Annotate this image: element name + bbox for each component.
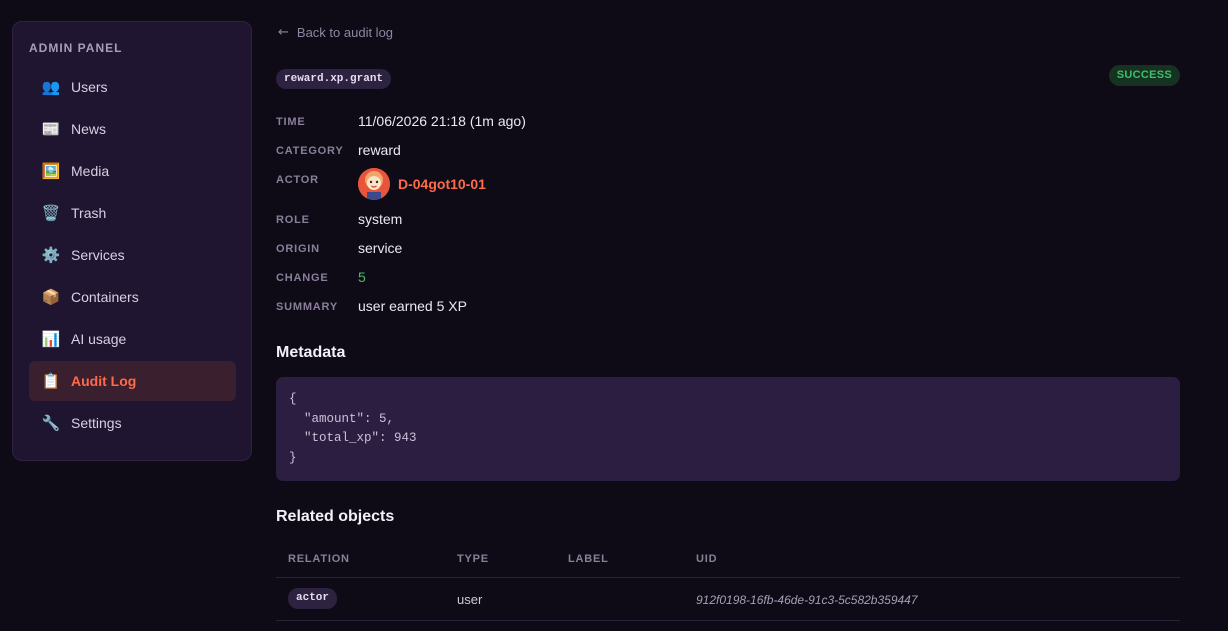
detail-row-origin: ORIGIN service (276, 237, 876, 266)
sidebar-item-settings[interactable]: 🔧 Settings (29, 403, 236, 443)
related-objects-table: RELATION TYPE LABEL UID actor user 912f0… (276, 540, 1180, 621)
detail-row-actor: ACTOR D-04got10-01 (276, 168, 876, 208)
detail-row-change: CHANGE 5 (276, 266, 876, 295)
sidebar-item-label: Media (71, 163, 110, 179)
sidebar-item-users[interactable]: 👥 Users (29, 67, 236, 107)
image-icon: 🖼️ (41, 162, 61, 180)
column-header: TYPE (457, 553, 489, 565)
event-details: TIME 11/06/2026 21:18 (1m ago) CATEGORY … (276, 110, 876, 324)
wrench-icon: 🔧 (41, 414, 61, 432)
sidebar-item-label: Services (71, 247, 125, 263)
sidebar-item-audit-log[interactable]: 📋 Audit Log (29, 361, 236, 401)
sidebar-item-label: AI usage (71, 331, 127, 347)
arrow-left-icon: ← (278, 25, 289, 40)
detail-row-category: CATEGORY reward (276, 139, 876, 168)
sidebar-item-label: Audit Log (71, 373, 137, 389)
actor-name: D-04got10-01 (398, 176, 486, 192)
metadata-json: { "amount": 5, "total_xp": 943 } (276, 377, 1180, 481)
column-header: RELATION (288, 553, 350, 565)
sidebar-item-ai-usage[interactable]: 📊 AI usage (29, 319, 236, 359)
actor-link[interactable]: D-04got10-01 (358, 168, 486, 200)
trash-icon: 🗑️ (41, 204, 61, 222)
sidebar-item-label: Containers (71, 289, 139, 305)
detail-value: service (358, 240, 403, 256)
detail-row-role: ROLE system (276, 208, 876, 237)
detail-label: CHANGE (276, 272, 329, 284)
column-header: LABEL (568, 553, 609, 565)
back-link-label: Back to audit log (296, 25, 394, 40)
sidebar-item-media[interactable]: 🖼️ Media (29, 151, 236, 191)
detail-label: ACTOR (276, 174, 319, 186)
sidebar-nav: 👥 Users 📰 News 🖼️ Media 🗑️ Trash ⚙️ Serv… (29, 67, 236, 445)
action-chip: reward.xp.grant (276, 69, 392, 89)
detail-label: CATEGORY (276, 145, 344, 157)
detail-value: system (358, 211, 403, 227)
newspaper-icon: 📰 (41, 120, 61, 138)
table-header: RELATION TYPE LABEL UID (276, 540, 1180, 578)
detail-label: SUMMARY (276, 301, 339, 313)
detail-value: user earned 5 XP (358, 298, 467, 314)
related-objects-heading: Related objects (276, 508, 395, 525)
sidebar-item-label: Trash (71, 205, 107, 221)
status-badge: SUCCESS (1108, 65, 1180, 86)
detail-label: TIME (276, 116, 306, 128)
clipboard-icon: 📋 (41, 372, 61, 390)
relation-chip: actor (288, 588, 338, 609)
users-icon: 👥 (41, 78, 61, 96)
sidebar-item-trash[interactable]: 🗑️ Trash (29, 193, 236, 233)
detail-row-time: TIME 11/06/2026 21:18 (1m ago) (276, 110, 876, 139)
type-cell: user (457, 592, 483, 607)
sidebar-item-label: Settings (71, 415, 122, 431)
detail-label: ORIGIN (276, 243, 320, 255)
avatar (358, 168, 390, 200)
sidebar-item-label: Users (71, 79, 108, 95)
bar-chart-icon: 📊 (41, 330, 61, 348)
detail-value: reward (358, 142, 401, 158)
sidebar-title: ADMIN PANEL (29, 41, 123, 55)
sidebar: ADMIN PANEL 👥 Users 📰 News 🖼️ Media 🗑️ T… (12, 21, 252, 461)
metadata-heading: Metadata (276, 344, 346, 361)
sidebar-item-services[interactable]: ⚙️ Services (29, 235, 236, 275)
sidebar-item-containers[interactable]: 📦 Containers (29, 277, 236, 317)
sidebar-item-label: News (71, 121, 107, 137)
sidebar-item-news[interactable]: 📰 News (29, 109, 236, 149)
table-row[interactable]: actor user 912f0198-16fb-46de-91c3-5c582… (276, 578, 1180, 621)
package-icon: 📦 (41, 288, 61, 306)
detail-label: ROLE (276, 214, 310, 226)
uid-cell: 912f0198-16fb-46de-91c3-5c582b359447 (696, 593, 918, 607)
gear-icon: ⚙️ (41, 246, 61, 264)
detail-value: 11/06/2026 21:18 (1m ago) (358, 113, 526, 129)
back-to-audit-log-link[interactable]: ← Back to audit log (278, 25, 393, 40)
column-header: UID (696, 553, 718, 565)
detail-value: 5 (358, 269, 366, 285)
detail-row-summary: SUMMARY user earned 5 XP (276, 295, 876, 324)
